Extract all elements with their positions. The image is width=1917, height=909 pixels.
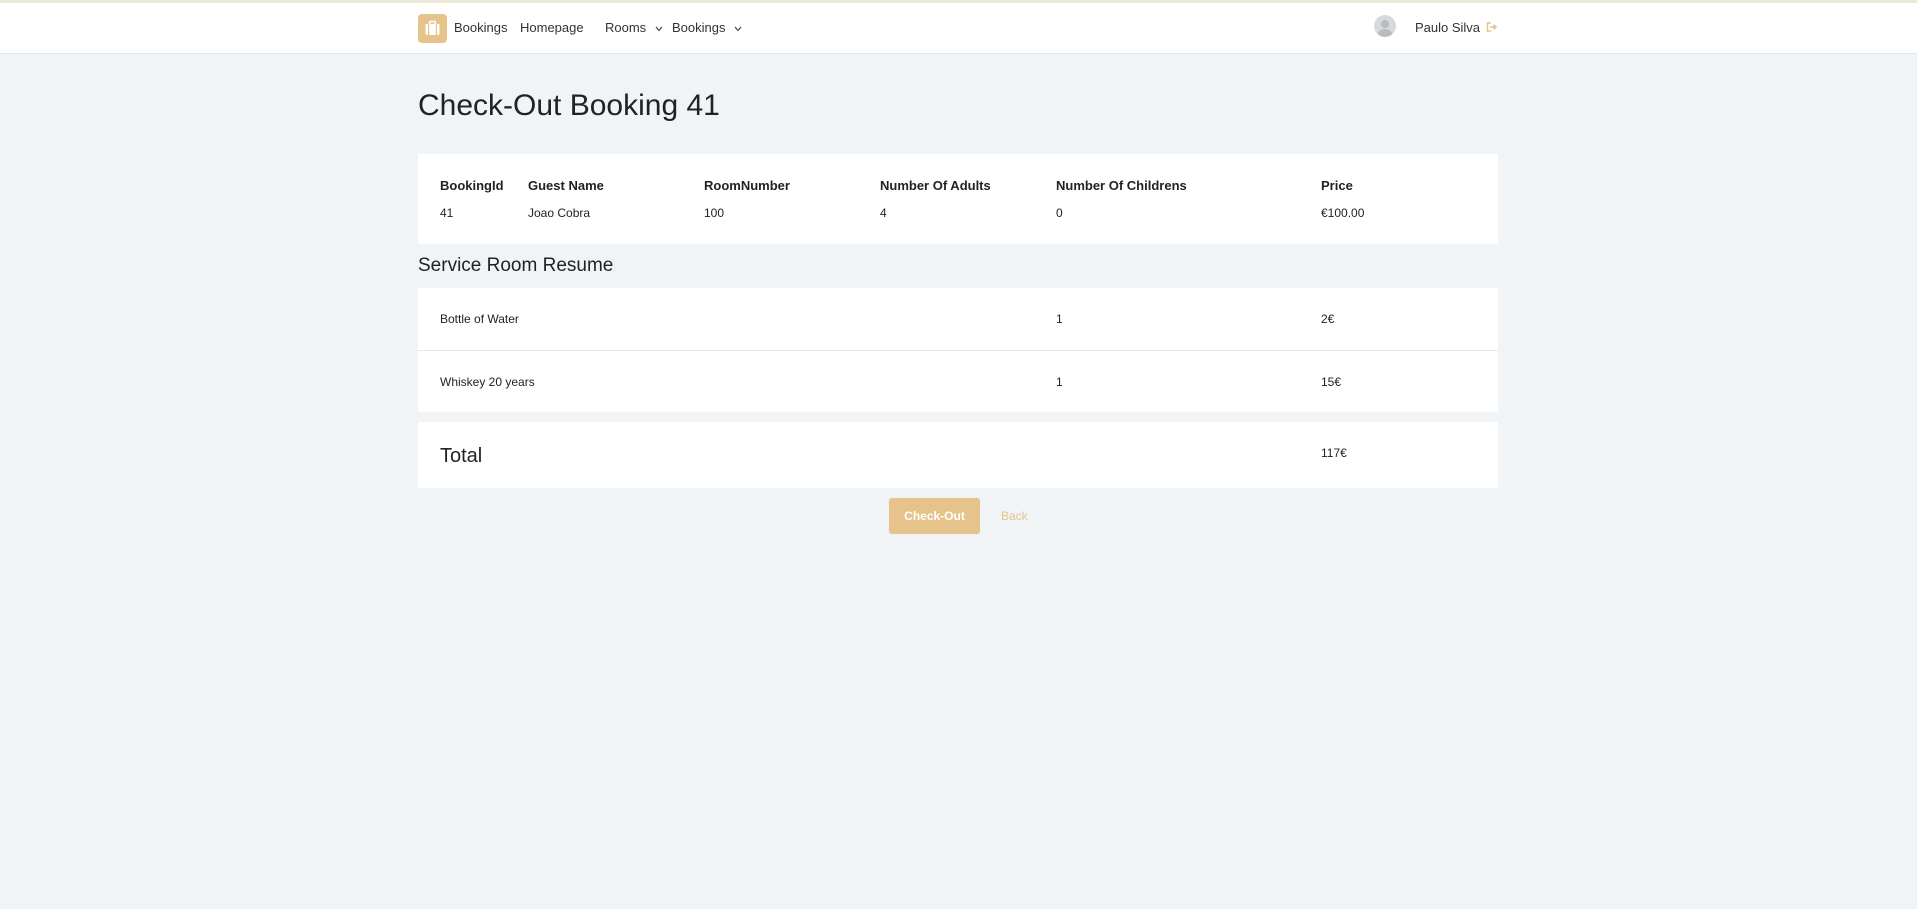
- total-card: Total 117€: [418, 422, 1498, 488]
- service-item-quantity: 1: [1056, 312, 1063, 326]
- room-number-value: 100: [704, 206, 725, 220]
- chevron-down-icon: [655, 26, 663, 31]
- booking-details-table: BookingId Guest Name RoomNumber Number O…: [418, 154, 1498, 244]
- service-item-price: 2€: [1321, 312, 1335, 326]
- page-title: Check-Out Booking 41: [418, 89, 720, 122]
- column-header-adults: Number Of Adults: [880, 178, 991, 193]
- adults-value: 4: [880, 206, 887, 220]
- navbar: Bookings Homepage Rooms Bookings Paulo S…: [0, 3, 1917, 54]
- price-value: €100.00: [1321, 206, 1365, 220]
- children-value: 0: [1056, 206, 1063, 220]
- nav-link-homepage-label: Homepage: [520, 20, 584, 35]
- user-avatar-icon[interactable]: [1374, 15, 1396, 37]
- guest-name-value: Joao Cobra: [528, 206, 591, 220]
- service-item-price: 15€: [1321, 375, 1342, 389]
- total-label: Total: [440, 445, 483, 467]
- total-value: 117€: [1321, 446, 1347, 460]
- brand-label[interactable]: Bookings: [454, 20, 507, 35]
- nav-dropdown-rooms[interactable]: Rooms: [605, 20, 663, 35]
- service-row: Whiskey 20 years 1 15€: [418, 350, 1498, 413]
- column-header-guest-name: Guest Name: [528, 178, 604, 193]
- chevron-down-icon: [734, 26, 742, 31]
- suitcase-icon[interactable]: [418, 14, 447, 43]
- column-header-price: Price: [1321, 178, 1353, 193]
- checkout-button[interactable]: Check-Out: [889, 498, 980, 534]
- nav-dropdown-rooms-label: Rooms: [605, 20, 647, 35]
- navbar-inner: Bookings Homepage Rooms Bookings Paulo S…: [418, 3, 1498, 53]
- service-row: Bottle of Water 1 2€: [418, 288, 1498, 350]
- back-link[interactable]: Back: [1001, 509, 1028, 523]
- column-header-room-number: RoomNumber: [704, 178, 790, 193]
- logout-icon[interactable]: [1486, 21, 1498, 33]
- nav-dropdown-bookings[interactable]: Bookings: [672, 20, 742, 35]
- column-header-children: Number Of Childrens: [1056, 178, 1187, 193]
- service-item-name: Whiskey 20 years: [440, 375, 535, 389]
- service-items-list: Bottle of Water 1 2€ Whiskey 20 years 1 …: [418, 288, 1498, 412]
- user-name[interactable]: Paulo Silva: [1415, 20, 1480, 35]
- section-title-service-room: Service Room Resume: [418, 255, 614, 276]
- booking-id-value: 41: [440, 206, 454, 220]
- nav-link-homepage[interactable]: Homepage: [520, 20, 584, 35]
- user-menu[interactable]: Paulo Silva: [1374, 15, 1498, 41]
- service-item-name: Bottle of Water: [440, 312, 519, 326]
- form-actions: Check-Out Back: [418, 498, 1498, 534]
- service-item-quantity: 1: [1056, 375, 1063, 389]
- column-header-bookingid: BookingId: [440, 178, 504, 193]
- nav-dropdown-bookings-label: Bookings: [672, 20, 726, 35]
